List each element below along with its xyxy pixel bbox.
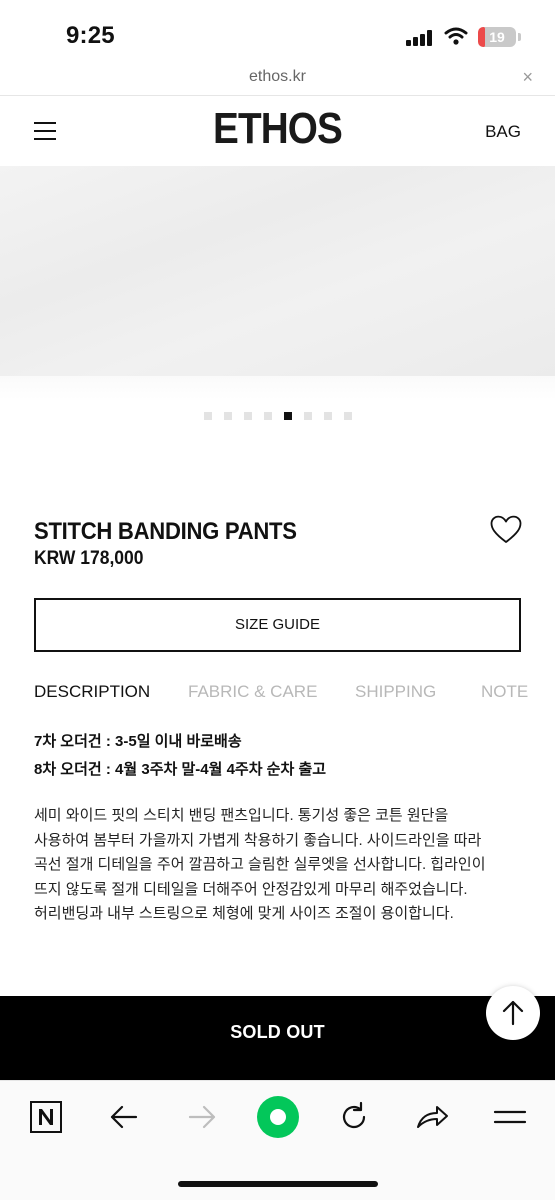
carousel-dots: [0, 412, 555, 422]
carousel-dot[interactable]: [343, 412, 352, 420]
description-line: 허리밴딩과 내부 스트링으로 체형에 맞게 사이즈 조절이 용이합니다.: [34, 905, 454, 922]
carousel-dot[interactable]: [223, 412, 232, 420]
product-image[interactable]: [0, 166, 555, 376]
tab-shipping[interactable]: SHIPPING: [355, 682, 436, 702]
url-text[interactable]: ethos.kr: [0, 68, 555, 86]
site-logo[interactable]: ETHOS: [33, 104, 521, 154]
site-header: ETHOS BAG: [0, 96, 555, 166]
description-line: 곡선 절개 디테일을 주어 깔끔하고 슬림한 실루엣을 선사합니다. 힙라인이: [34, 856, 486, 873]
carousel-dot[interactable]: [263, 412, 272, 420]
status-time: 9:25: [66, 22, 115, 49]
tab-fabric-care[interactable]: FABRIC & CARE: [188, 682, 317, 702]
carousel-dot[interactable]: [303, 412, 312, 420]
scroll-to-top-button[interactable]: [486, 986, 540, 1040]
size-guide-button[interactable]: SIZE GUIDE: [34, 598, 521, 652]
image-fade: [0, 376, 555, 400]
product-tabs: DESCRIPTION FABRIC & CARE SHIPPING NOTE: [0, 682, 555, 710]
battery-cap: [518, 33, 521, 41]
carousel-dot[interactable]: [283, 412, 292, 420]
tab-description[interactable]: DESCRIPTION: [34, 682, 150, 702]
order-notes: 7차 오더건 : 3-5일 이내 바로배송 8차 오더건 : 4월 3주차 말-…: [34, 728, 326, 784]
description-line: 사용하여 봄부터 가을까지 가볍게 착용하기 좋습니다. 사이드라인을 따라: [34, 831, 482, 849]
forward-arrow-icon[interactable]: [180, 1095, 224, 1139]
back-arrow-icon[interactable]: [102, 1095, 146, 1139]
share-icon[interactable]: [410, 1095, 454, 1139]
carousel-dot[interactable]: [323, 412, 332, 420]
status-bar: 9:25 19: [0, 0, 555, 64]
battery-icon: 19: [478, 27, 516, 47]
home-indicator: [178, 1181, 378, 1187]
carousel-dot[interactable]: [203, 412, 212, 420]
bag-link[interactable]: BAG: [485, 122, 521, 142]
menu-lines-icon[interactable]: [488, 1095, 532, 1139]
carousel-dot[interactable]: [243, 412, 252, 420]
heart-outline-icon[interactable]: [490, 515, 522, 545]
wifi-icon: [444, 27, 468, 45]
battery-level: 19: [489, 29, 505, 45]
order-note-line: 7차 오더건 : 3-5일 이내 바로배송: [34, 733, 242, 750]
sold-out-bar[interactable]: SOLD OUT: [0, 996, 555, 1080]
product-price: KRW 178,000: [34, 548, 144, 569]
description-line: 뜨지 않도록 절개 디테일을 더해주어 안정감있게 마무리 해주었습니다.: [34, 880, 468, 898]
arrow-up-icon: [502, 1000, 524, 1026]
order-note-line: 8차 오더건 : 4월 3주차 말-4월 4주차 순차 출고: [34, 761, 327, 778]
sold-out-label: SOLD OUT: [230, 1022, 325, 1042]
cellular-signal-icon: [406, 30, 434, 46]
reload-icon[interactable]: [332, 1095, 376, 1139]
product-name: STITCH BANDING PANTS: [34, 518, 297, 545]
naver-logo-icon[interactable]: [24, 1095, 68, 1139]
url-bar[interactable]: ethos.kr ×: [0, 64, 555, 96]
description-line: 세미 와이드 핏의 스티치 밴딩 팬츠입니다. 통기성 좋은 코튼 원단을: [34, 807, 449, 824]
green-home-icon[interactable]: [254, 1093, 302, 1141]
tab-note[interactable]: NOTE: [481, 682, 528, 702]
close-icon[interactable]: ×: [522, 67, 533, 88]
product-description: 세미 와이드 핏의 스티치 밴딩 팬츠입니다. 통기성 좋은 코튼 원단을 사용…: [34, 804, 534, 927]
